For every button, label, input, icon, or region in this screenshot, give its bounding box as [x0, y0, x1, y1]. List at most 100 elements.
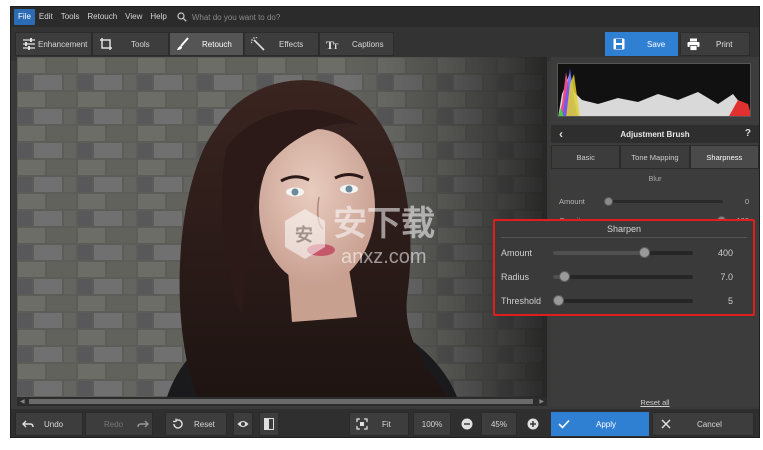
blur-amount-row: Amount 0: [559, 195, 749, 207]
reset-button[interactable]: Reset: [165, 412, 227, 436]
slider-knob[interactable]: [559, 271, 570, 282]
sharpen-amount-row: Amount 400: [501, 246, 747, 260]
tab-captions[interactable]: TT Captions: [319, 32, 394, 56]
reset-label: Reset: [194, 419, 215, 429]
sharpen-threshold-slider[interactable]: [553, 295, 693, 306]
svg-text:anxz.com: anxz.com: [341, 246, 427, 268]
preview-button[interactable]: [233, 412, 253, 436]
bottom-bar: Undo Redo Reset Fit 100% 45% Apply Cance…: [11, 409, 759, 437]
zoom-in-button[interactable]: [523, 412, 543, 436]
print-label: Print: [716, 39, 733, 49]
menu-tools[interactable]: Tools: [57, 9, 84, 25]
slider-knob[interactable]: [553, 295, 564, 306]
blur-amount-slider[interactable]: [603, 196, 724, 206]
sharpen-amount-value: 400: [717, 248, 733, 258]
checkmark-icon: [558, 419, 570, 429]
tab-label: Effects: [279, 39, 304, 49]
eye-icon: [237, 421, 249, 427]
floppy-disk-icon: [613, 38, 625, 50]
magic-wand-icon: [251, 37, 265, 51]
undo-label: Undo: [44, 419, 64, 429]
close-icon: [661, 419, 671, 429]
cancel-button[interactable]: Cancel: [652, 412, 754, 436]
slider-knob[interactable]: [603, 196, 613, 206]
svg-text:安: 安: [295, 224, 313, 245]
main-toolbar: Enhancement Tools Retouch Effects TT Cap…: [11, 27, 759, 61]
tab-tone-mapping[interactable]: Tone Mapping: [620, 145, 690, 169]
tab-retouch[interactable]: Retouch: [169, 32, 244, 56]
help-icon[interactable]: ?: [745, 128, 751, 139]
tab-label: Tools: [131, 39, 150, 49]
fit-screen-icon: [356, 418, 368, 430]
sharpen-amount-label: Amount: [501, 248, 533, 258]
sharpen-threshold-row: Threshold 5: [501, 294, 747, 308]
sharpen-radius-value: 7.0: [720, 272, 733, 282]
blur-amount-value: 0: [744, 196, 749, 206]
sharpen-radius-slider[interactable]: [553, 271, 693, 282]
slider-fill: [553, 251, 644, 255]
blur-amount-label: Amount: [559, 196, 585, 206]
menu-edit[interactable]: Edit: [35, 9, 57, 25]
text-icon: TT: [326, 38, 339, 51]
tab-tools[interactable]: Tools: [92, 32, 169, 56]
slider-knob[interactable]: [639, 247, 650, 258]
panel-title: Adjustment Brush: [620, 129, 690, 139]
app-window: File Edit Tools Retouch View Help Enhanc…: [10, 6, 760, 438]
svg-text:T: T: [333, 42, 339, 51]
menu-file[interactable]: File: [14, 9, 35, 25]
search-icon: [177, 12, 187, 22]
compare-button[interactable]: [259, 412, 279, 436]
tab-label: Retouch: [202, 39, 232, 49]
redo-label: Redo: [104, 419, 124, 429]
sharpen-radius-row: Radius 7.0: [501, 270, 747, 284]
command-search: [177, 9, 372, 25]
tab-enhancement[interactable]: Enhancement: [15, 32, 92, 56]
tab-effects[interactable]: Effects: [244, 32, 319, 56]
fit-button[interactable]: Fit: [349, 412, 409, 436]
zoom-100-label: 100%: [421, 419, 443, 429]
minus-circle-icon: [461, 418, 473, 430]
menu-help[interactable]: Help: [146, 9, 170, 25]
apply-button[interactable]: Apply: [551, 412, 649, 436]
apply-label: Apply: [596, 419, 617, 429]
scrollbar-thumb[interactable]: [29, 399, 533, 404]
printer-icon: [687, 38, 700, 51]
histogram: [557, 63, 751, 117]
reset-icon: [173, 418, 183, 429]
sharpen-threshold-label: Threshold: [501, 296, 542, 306]
fit-label: Fit: [382, 419, 391, 429]
redo-button[interactable]: Redo: [85, 412, 153, 436]
blur-section-title: Blur: [648, 174, 662, 183]
zoom-100-button[interactable]: 100%: [413, 412, 451, 436]
menu-retouch[interactable]: Retouch: [83, 9, 121, 25]
divider: [501, 237, 747, 238]
undo-icon: [22, 420, 34, 428]
menu-bar: File Edit Tools Retouch View Help: [11, 7, 759, 27]
scroll-left-icon[interactable]: ◀: [20, 398, 25, 405]
undo-button[interactable]: Undo: [15, 412, 83, 436]
cancel-label: Cancel: [697, 419, 722, 429]
sliders-icon: [23, 38, 35, 50]
sharpen-radius-label: Radius: [501, 272, 530, 282]
save-button[interactable]: Save: [605, 32, 678, 56]
plus-circle-icon: [527, 418, 539, 430]
before-after-icon: [264, 418, 274, 430]
tab-label: Enhancement: [38, 39, 88, 49]
scroll-right-icon[interactable]: ▶: [539, 398, 544, 405]
zoom-value: 45%: [490, 419, 507, 429]
reset-all-link[interactable]: Reset all: [551, 398, 759, 407]
crop-icon: [100, 38, 112, 50]
search-input[interactable]: [191, 12, 372, 22]
tab-label: Captions: [352, 39, 384, 49]
chevron-left-icon[interactable]: ‹: [559, 127, 563, 141]
tab-basic[interactable]: Basic: [551, 145, 621, 169]
zoom-value-field[interactable]: 45%: [481, 412, 517, 436]
zoom-out-button[interactable]: [457, 412, 477, 436]
brush-icon: [177, 37, 189, 50]
menu-view[interactable]: View: [121, 9, 146, 25]
horizontal-scrollbar[interactable]: ◀ ▶: [17, 397, 547, 406]
tab-sharpness[interactable]: Sharpness: [689, 145, 759, 169]
svg-text:安下载: 安下载: [333, 204, 435, 244]
print-button[interactable]: Print: [680, 32, 750, 56]
sharpen-amount-slider[interactable]: [553, 247, 693, 258]
